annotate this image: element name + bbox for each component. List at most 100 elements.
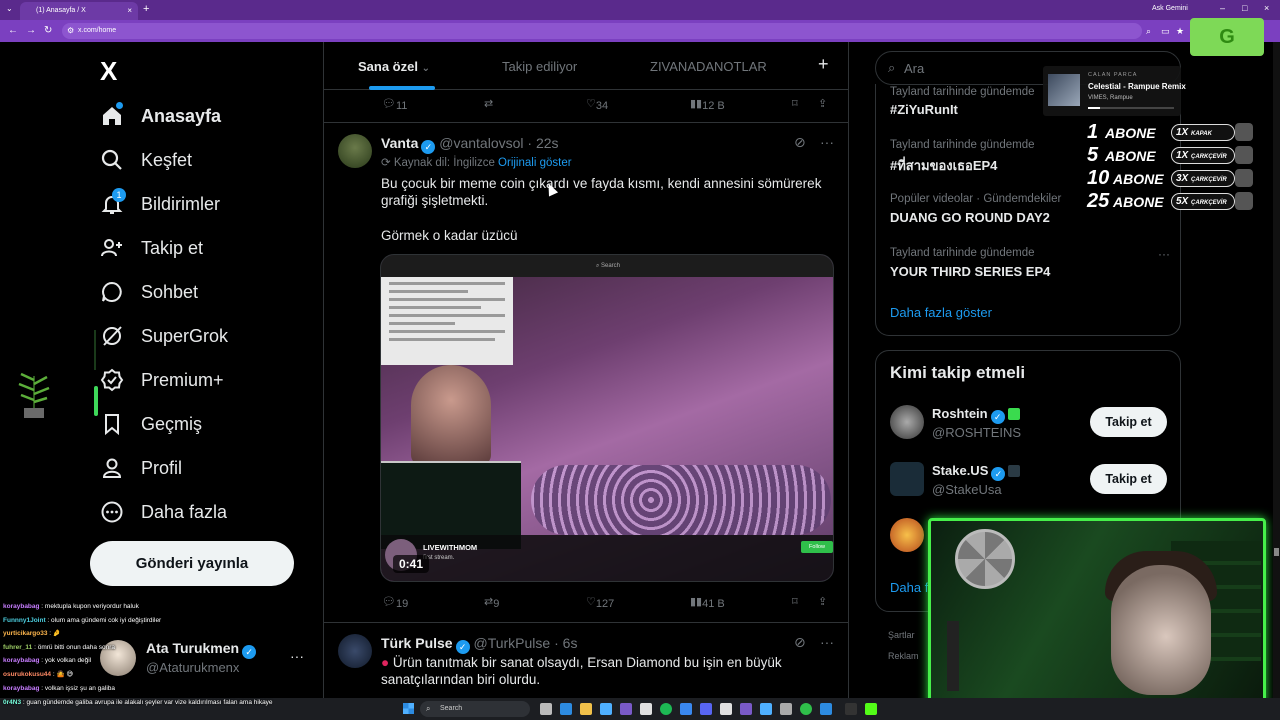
video-person xyxy=(411,365,491,465)
nav-item-profile[interactable]: Profil xyxy=(100,453,182,483)
edge-icon[interactable] xyxy=(560,703,572,715)
reply-button[interactable]: 💬︎ 19 xyxy=(382,595,408,610)
tab-search-icon[interactable]: ⌄ xyxy=(6,4,13,13)
views-button[interactable]: ▮▮ 12 B xyxy=(690,97,725,112)
spotify-icon[interactable] xyxy=(660,703,672,715)
tweet-video[interactable]: ⌕ Search LIVEWITHMOM first stream. Follo… xyxy=(380,254,834,582)
reply-button[interactable]: 💬︎ 11 xyxy=(382,97,407,112)
show-original-link[interactable]: Orijinali göster xyxy=(498,157,572,169)
avatar[interactable] xyxy=(890,518,924,552)
scrollbar-thumb[interactable] xyxy=(1274,548,1279,556)
nav-item-premium[interactable]: Premium+ xyxy=(100,365,224,395)
repost-button[interactable]: ⇄ 9 xyxy=(484,595,499,610)
tweet-time[interactable]: 6s xyxy=(563,635,578,651)
nav-item-home[interactable]: Anasayfa xyxy=(100,101,221,131)
app-icon[interactable] xyxy=(640,703,652,715)
follow-suggestion-name-row[interactable]: Roshtein ✓ xyxy=(932,406,1020,424)
new-tab-icon[interactable]: + xyxy=(143,3,149,15)
app-icon[interactable] xyxy=(680,703,692,715)
app-icon[interactable] xyxy=(760,703,772,715)
nav-item-follow[interactable]: Takip et xyxy=(100,233,203,263)
app-icon[interactable] xyxy=(700,703,712,715)
back-icon[interactable]: ← xyxy=(8,25,18,36)
add-tab-icon[interactable]: + xyxy=(818,54,829,75)
trend-name[interactable]: YOUR THIRD SERIES EP4 xyxy=(890,264,1050,279)
url-field[interactable]: ⚙ x.com/home xyxy=(62,23,1142,39)
avatar[interactable] xyxy=(890,462,924,496)
chrome-icon[interactable] xyxy=(800,703,812,715)
bookmark-icon[interactable]: ⌑ xyxy=(792,97,798,110)
taskbar-search[interactable]: ⌕ Search xyxy=(420,701,530,717)
ask-gemini-button[interactable]: Ask Gemini xyxy=(1152,5,1188,12)
footer-link-terms[interactable]: Şartlar xyxy=(888,630,915,640)
app-icon[interactable] xyxy=(780,703,792,715)
volume-indicator xyxy=(94,386,98,416)
avatar[interactable] xyxy=(890,405,924,439)
avatar[interactable] xyxy=(338,634,372,668)
scrollbar[interactable] xyxy=(1273,42,1280,698)
post-button[interactable]: Gönderi yayınla xyxy=(90,541,294,586)
nav-item-supergrok[interactable]: SuperGrok xyxy=(100,321,228,351)
nav-item-history[interactable]: Geçmiş xyxy=(100,409,202,439)
nav-item-chat[interactable]: Sohbet xyxy=(100,277,198,307)
share-icon[interactable]: ⇪ xyxy=(818,97,827,110)
grok-icon[interactable]: ⊘ xyxy=(794,134,806,151)
windows-start-icon[interactable] xyxy=(403,703,414,714)
author-handle[interactable]: @vantalovsol xyxy=(439,135,523,151)
grok-icon[interactable]: ⊘ xyxy=(794,634,806,651)
more-icon[interactable]: ··· xyxy=(1158,247,1170,261)
app-icon[interactable] xyxy=(820,703,832,715)
like-button[interactable]: ♡ 34 xyxy=(586,97,608,112)
footer-link-ads[interactable]: Reklam xyxy=(888,651,919,661)
x-logo[interactable]: X xyxy=(100,56,117,87)
repost-button[interactable]: ⇄ xyxy=(484,97,493,110)
close-tab-icon[interactable]: × xyxy=(127,6,132,15)
discord-icon[interactable] xyxy=(620,703,632,715)
store-icon[interactable] xyxy=(600,703,612,715)
trend-name[interactable]: #ZiYuRunIt xyxy=(890,102,958,117)
nav-item-notifications[interactable]: 1 Bildirimler xyxy=(100,188,220,219)
forward-icon[interactable]: → xyxy=(26,25,36,36)
follow-button[interactable]: Takip et xyxy=(1090,464,1167,494)
nav-item-more[interactable]: Daha fazla xyxy=(100,497,227,527)
chat-message: 🤷 😅 xyxy=(56,670,74,678)
tab-following[interactable]: Takip ediliyor xyxy=(502,59,577,74)
follow-button[interactable]: Takip et xyxy=(1090,407,1167,437)
zoom-icon[interactable]: ⌕ xyxy=(1146,26,1151,37)
close-window-icon[interactable]: × xyxy=(1264,3,1269,13)
chat-message: olum ama gündemi cok iyi değiştirdiler xyxy=(51,616,162,624)
like-button[interactable]: ♡ 127 xyxy=(586,595,614,610)
more-icon[interactable]: ··· xyxy=(820,634,834,650)
trend-name[interactable]: DUANG GO ROUND DAY2 xyxy=(890,210,1050,225)
nav-item-explore[interactable]: Keşfet xyxy=(100,145,192,175)
more-icon[interactable]: ··· xyxy=(820,134,834,150)
cast-icon[interactable]: ▭ xyxy=(1161,26,1170,37)
minimize-icon[interactable]: – xyxy=(1220,3,1225,13)
bookmark-icon[interactable]: ⌑ xyxy=(792,595,798,608)
follow-suggestion-name-row[interactable]: Stake.US ✓ xyxy=(932,463,1021,481)
app-icon[interactable] xyxy=(720,703,732,715)
author-name[interactable]: Vanta xyxy=(381,135,418,151)
share-icon[interactable]: ⇪ xyxy=(818,595,827,608)
author-handle[interactable]: @TurkPulse xyxy=(473,635,550,651)
task-view-icon[interactable] xyxy=(540,703,552,715)
show-more-trends-link[interactable]: Daha fazla göster xyxy=(890,305,992,320)
kick-icon[interactable] xyxy=(865,703,877,715)
avatar[interactable] xyxy=(338,134,372,168)
app-icon[interactable] xyxy=(845,703,857,715)
app-icon[interactable] xyxy=(740,703,752,715)
tab-for-you[interactable]: Sana özel ⌄ xyxy=(358,59,430,74)
tab-list[interactable]: ZIVANADANOTLAR xyxy=(650,59,767,74)
views-button[interactable]: ▮▮ 41 B xyxy=(690,595,725,610)
trend-name[interactable]: #ที่สามของเธอEP4 xyxy=(890,155,997,176)
tweet-time[interactable]: 22s xyxy=(536,135,559,151)
explorer-icon[interactable] xyxy=(580,703,592,715)
search-input[interactable] xyxy=(904,59,1054,77)
star-icon[interactable]: ★ xyxy=(1176,26,1184,37)
reload-icon[interactable]: ↻ xyxy=(44,25,52,36)
divider xyxy=(324,622,848,623)
author-name[interactable]: Türk Pulse xyxy=(381,635,453,651)
site-info-icon[interactable]: ⚙ xyxy=(67,26,74,35)
browser-tab[interactable]: (1) Anasayfa / X × xyxy=(20,2,138,20)
maximize-icon[interactable]: □ xyxy=(1242,3,1247,13)
